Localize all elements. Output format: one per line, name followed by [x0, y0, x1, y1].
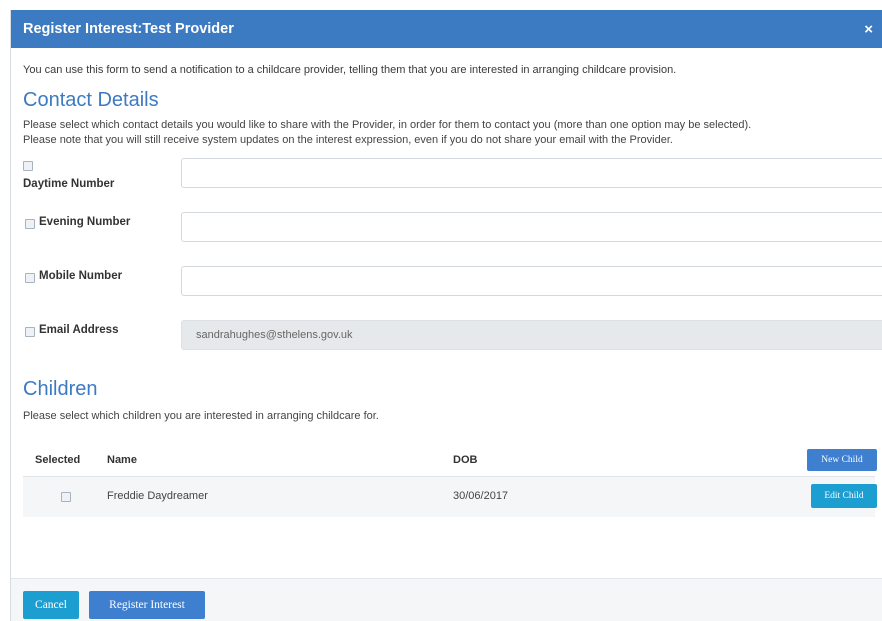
daytime-number-row: Daytime Number — [23, 158, 882, 210]
contact-fields: Daytime Number Evening Number Mobile Num… — [23, 158, 882, 368]
email-address-row: Email Address sandrahughes@sthelens.gov.… — [23, 318, 882, 368]
cancel-button[interactable]: Cancel — [23, 591, 79, 619]
children-description: Please select which children you are int… — [23, 410, 379, 422]
evening-number-label: Evening Number — [39, 216, 131, 228]
children-table: Selected Name DOB New Child Freddie Dayd… — [23, 444, 877, 517]
contact-description-line-2: Please note that you will still receive … — [23, 134, 673, 146]
mobile-number-checkbox[interactable] — [25, 273, 35, 283]
register-interest-button[interactable]: Register Interest — [89, 591, 205, 619]
contact-description-line-1: Please select which contact details you … — [23, 119, 752, 131]
modal-title: Register Interest:Test Provider — [23, 21, 234, 37]
email-address-field: sandrahughes@sthelens.gov.uk — [181, 320, 882, 350]
child-name: Freddie Daydreamer — [107, 490, 208, 502]
intro-text: You can use this form to send a notifica… — [23, 64, 677, 76]
email-address-checkbox[interactable] — [25, 327, 35, 337]
contact-details-heading: Contact Details — [23, 89, 159, 111]
evening-number-checkbox[interactable] — [25, 219, 35, 229]
mobile-number-input[interactable] — [181, 266, 882, 296]
column-dob: DOB — [453, 454, 478, 466]
email-address-label: Email Address — [39, 324, 119, 336]
child-select-checkbox[interactable] — [61, 492, 71, 502]
new-child-button[interactable]: New Child — [807, 449, 877, 471]
modal-body: You can use this form to send a notifica… — [11, 64, 882, 517]
mobile-number-row: Mobile Number — [23, 264, 882, 318]
table-row: Freddie Daydreamer 30/06/2017 Edit Child — [23, 477, 877, 517]
modal-header: Register Interest:Test Provider × — [11, 10, 882, 48]
evening-number-row: Evening Number — [23, 210, 882, 264]
child-dob: 30/06/2017 — [453, 490, 509, 502]
contact-description: Please select which contact details you … — [23, 118, 882, 148]
children-table-header: Selected Name DOB New Child — [23, 444, 877, 477]
close-icon[interactable]: × — [864, 21, 873, 38]
column-selected: Selected — [35, 454, 81, 466]
modal-footer: Cancel Register Interest — [11, 578, 882, 621]
daytime-number-input[interactable] — [181, 158, 882, 188]
register-interest-modal: Register Interest:Test Provider × You ca… — [10, 10, 882, 621]
daytime-number-checkbox[interactable] — [23, 161, 33, 171]
column-name: Name — [107, 454, 137, 466]
children-heading: Children — [23, 378, 98, 400]
evening-number-input[interactable] — [181, 212, 882, 242]
edit-child-button[interactable]: Edit Child — [811, 484, 877, 508]
mobile-number-label: Mobile Number — [39, 270, 123, 282]
daytime-number-label: Daytime Number — [23, 178, 115, 190]
